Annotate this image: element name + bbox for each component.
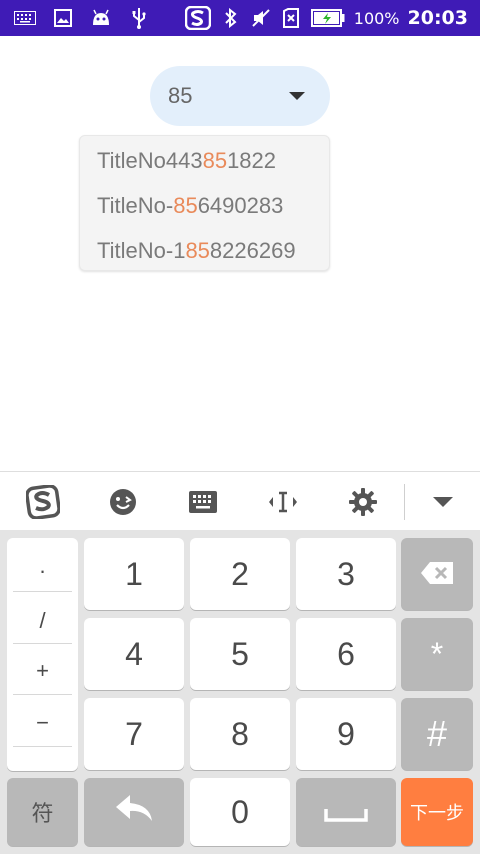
suggestion-suffix: 8226269 [209,238,296,263]
divider [13,694,72,695]
key-2[interactable]: 2 [190,538,290,610]
numeric-keyboard: · / + − 1 2 3 4 5 6 * 7 8 9 # 符 0 下一步 [0,530,480,854]
space-button[interactable] [296,778,396,846]
keyboard-toolbar [0,471,480,530]
key-slash[interactable]: / [7,608,78,634]
key-5[interactable]: 5 [190,618,290,690]
suggestion-prefix: TitleNo- [97,193,174,218]
key-9[interactable]: 9 [296,698,396,770]
symbol-key[interactable]: 符 [7,778,78,846]
sim-off-icon [280,8,302,28]
settings-icon[interactable] [346,485,380,519]
key-7[interactable]: 7 [84,698,184,770]
clock: 20:03 [407,7,468,29]
toolbar-divider [404,484,405,520]
bluetooth-icon [220,8,242,28]
sogou-logo-icon[interactable] [26,485,60,519]
space-icon [324,794,368,831]
suggestion-list: TitleNo443851822 TitleNo-856490283 Title… [79,135,330,271]
muted-icon [250,8,272,28]
key-6[interactable]: 6 [296,618,396,690]
image-icon [52,8,74,28]
suggestion-match: 85 [202,148,228,173]
chevron-down-icon[interactable] [289,92,305,100]
cursor-move-icon[interactable] [266,485,300,519]
usb-icon [128,8,150,29]
key-hash[interactable]: # [401,698,473,770]
search-input-value: 85 [168,83,193,108]
key-8[interactable]: 8 [190,698,290,770]
sogou-icon [184,6,212,30]
return-icon [114,793,154,831]
symbol-column: · / + − [7,538,78,771]
backspace-icon [420,556,454,593]
suggestion-match: 85 [185,238,210,263]
battery-charging-icon [310,8,346,28]
key-0[interactable]: 0 [190,778,290,846]
keyboard-icon [14,8,36,28]
divider [13,643,72,644]
keyboard-icon[interactable] [186,485,220,519]
suggestion-item[interactable]: TitleNo-1858226269 [97,238,296,264]
status-bar: 100% 20:03 [0,0,480,36]
key-3[interactable]: 3 [296,538,396,610]
suggestion-suffix: 6490283 [197,193,284,218]
next-button[interactable]: 下一步 [401,778,473,846]
key-4[interactable]: 4 [84,618,184,690]
suggestion-suffix: 1822 [227,148,277,173]
backspace-button[interactable] [401,538,473,610]
suggestion-match: 85 [173,193,198,218]
emoji-icon[interactable] [106,485,140,519]
suggestion-item[interactable]: TitleNo443851822 [97,148,276,174]
return-button[interactable] [84,778,184,846]
key-1[interactable]: 1 [84,538,184,610]
key-star[interactable]: * [401,618,473,690]
collapse-icon[interactable] [426,485,460,519]
battery-percent: 100% [353,8,400,28]
key-minus[interactable]: − [7,710,78,736]
search-input[interactable]: 85 [150,66,330,126]
android-icon [90,8,112,28]
key-plus[interactable]: + [7,658,78,684]
suggestion-prefix: TitleNo443 [97,148,203,173]
suggestion-prefix: TitleNo-1 [97,238,186,263]
divider [13,591,72,592]
divider [13,746,72,747]
key-dot[interactable]: · [7,558,78,584]
suggestion-item[interactable]: TitleNo-856490283 [97,193,283,219]
